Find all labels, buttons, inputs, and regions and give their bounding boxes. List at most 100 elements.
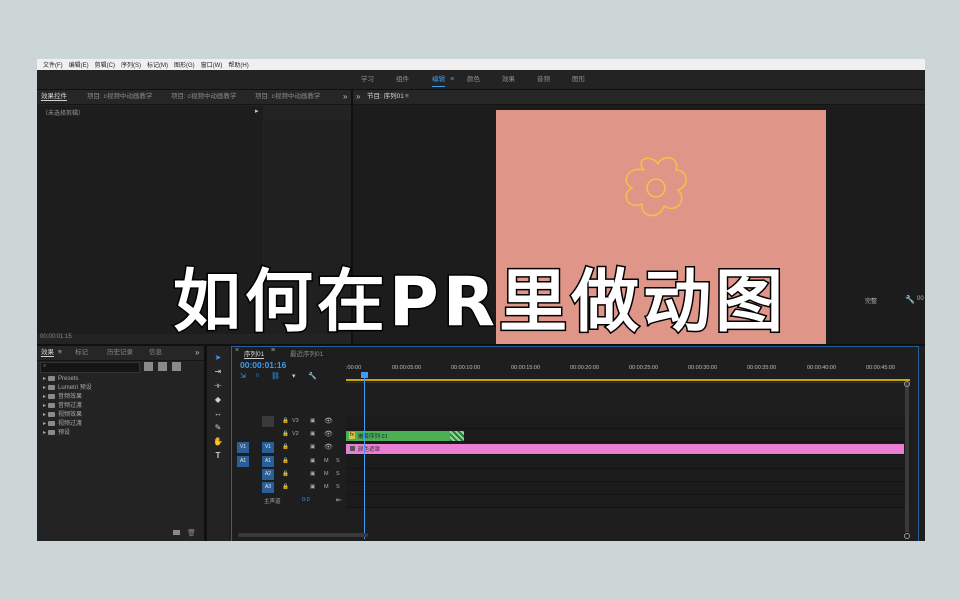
program-overflow-icon[interactable]: » — [356, 90, 360, 104]
solo-button[interactable]: S — [336, 484, 340, 490]
timeline-timecode[interactable]: 00:00:01:16 — [240, 360, 286, 370]
sync-lock-icon[interactable]: ▣ — [310, 444, 315, 450]
tab-project-1[interactable]: 项目: c视频中动画教学 — [87, 90, 152, 104]
workspace-editing[interactable]: 编辑 — [432, 70, 445, 89]
timeline-tab-menu-icon[interactable]: ≡ — [271, 347, 275, 354]
tab-info[interactable]: 信息 — [149, 346, 162, 360]
scroll-handle[interactable] — [904, 381, 910, 387]
menu-marker[interactable]: 标记(M) — [147, 60, 168, 69]
workspace-color[interactable]: 颜色 — [467, 70, 480, 89]
eye-icon[interactable]: 👁 — [324, 443, 333, 451]
razor-tool-icon[interactable]: ◆ — [211, 394, 225, 406]
effects-overflow-icon[interactable]: » — [195, 346, 199, 360]
list-item-lumetri[interactable]: ▸ Lumetri 预设 — [43, 384, 92, 393]
menu-sequence[interactable]: 序列(S) — [121, 60, 141, 69]
program-tab-menu-icon[interactable]: ≡ — [405, 90, 409, 104]
menu-clip[interactable]: 剪辑(C) — [95, 60, 115, 69]
lock-icon[interactable]: 🔒 — [282, 471, 289, 477]
lock-icon[interactable]: 🔒 — [282, 484, 289, 490]
slip-tool-icon[interactable]: ↔ — [211, 408, 225, 420]
mute-button[interactable]: M — [324, 458, 329, 464]
workspace-menu-icon[interactable]: ≡ — [450, 70, 454, 89]
linked-selection-icon[interactable]: ⛓ — [271, 372, 280, 380]
list-item-video-transitions[interactable]: ▸ 视频过渡 — [43, 420, 82, 429]
workspace-audio[interactable]: 音频 — [537, 70, 550, 89]
new-bin-icon[interactable] — [173, 530, 180, 535]
lock-icon[interactable]: 🔒 — [282, 431, 289, 437]
type-tool-icon[interactable]: T — [211, 450, 225, 462]
track-select-tool-icon[interactable]: ⇥ — [211, 366, 225, 378]
menu-help[interactable]: 帮助(H) — [228, 60, 248, 69]
tab-overflow-icon[interactable]: » — [343, 90, 347, 104]
list-item-presets-cn[interactable]: ▸ 预设 — [43, 429, 70, 438]
add-marker-icon[interactable]: ▾ — [292, 372, 296, 380]
close-sequence-icon[interactable]: × — [235, 347, 239, 354]
solo-button[interactable]: S — [336, 471, 340, 477]
lock-icon[interactable]: 🔒 — [282, 444, 289, 450]
ripple-edit-tool-icon[interactable]: ⟛ — [211, 380, 225, 392]
go-to-out-icon[interactable]: ⇤ — [336, 496, 342, 504]
eye-icon[interactable]: 👁 — [324, 417, 333, 425]
track-lane-a2[interactable] — [346, 469, 910, 482]
tab-effects[interactable]: 效果 — [41, 346, 54, 360]
tab-sequence-01[interactable]: 序列01 — [244, 348, 265, 359]
workspace-learn[interactable]: 学习 — [361, 70, 374, 89]
source-patch-a1[interactable]: A1 — [237, 456, 249, 467]
track-lane-a3[interactable] — [346, 482, 910, 495]
track-target-toggle[interactable] — [262, 416, 274, 427]
track-lane-a1[interactable] — [346, 456, 910, 469]
accelerated-effects-icon[interactable] — [144, 362, 153, 371]
lock-icon[interactable]: 🔒 — [282, 418, 289, 424]
playhead-handle[interactable] — [361, 372, 368, 378]
horizontal-scrollbar[interactable] — [238, 533, 368, 537]
list-item-video-effects[interactable]: ▸ 视频效果 — [43, 411, 82, 420]
tab-effect-controls[interactable]: 效果控件 — [41, 90, 67, 104]
track-label-v1[interactable]: V1 — [262, 442, 274, 453]
track-lane-master[interactable] — [346, 495, 910, 508]
tab-history[interactable]: 历史记录 — [107, 346, 133, 360]
timeline-settings-icon[interactable]: 🔧 — [308, 372, 317, 380]
clip-color-matte[interactable]: 颜色遮罩 — [346, 444, 904, 454]
tab-markers[interactable]: 标记 — [75, 346, 88, 360]
snap-icon[interactable]: ∩ — [255, 372, 260, 379]
list-item-audio-transitions[interactable]: ▸ 音频过渡 — [43, 402, 82, 411]
workspace-assembly[interactable]: 组件 — [396, 70, 409, 89]
mute-button[interactable]: M — [324, 471, 329, 477]
menu-edit[interactable]: 编辑(E) — [69, 60, 89, 69]
lock-icon[interactable]: 🔒 — [282, 458, 289, 464]
source-patch-v1[interactable]: V1 — [237, 442, 249, 453]
menu-window[interactable]: 窗口(W) — [201, 60, 223, 69]
selection-tool-icon[interactable]: ➤ — [211, 352, 225, 364]
sync-lock-icon[interactable]: ▣ — [310, 471, 315, 477]
trash-icon[interactable]: 🗑 — [187, 529, 196, 537]
32bit-effects-icon[interactable] — [158, 362, 167, 371]
track-label-a1[interactable]: A1 — [262, 456, 274, 467]
solo-button[interactable]: S — [336, 458, 340, 464]
menu-file[interactable]: 文件(F) — [43, 60, 63, 69]
track-label-a2[interactable]: A2 — [262, 469, 274, 480]
sync-lock-icon[interactable]: ▣ — [310, 418, 315, 424]
scroll-handle[interactable] — [904, 533, 910, 539]
yuv-effects-icon[interactable] — [172, 362, 181, 371]
sync-lock-icon[interactable]: ▣ — [310, 431, 315, 437]
tab-project-2[interactable]: 项目: c视频中动画教学 — [171, 90, 236, 104]
pen-tool-icon[interactable]: ✎ — [211, 422, 225, 434]
list-item-audio-effects[interactable]: ▸ 音频效果 — [43, 393, 82, 402]
sync-lock-icon[interactable]: ▣ — [310, 458, 315, 464]
vertical-scrollbar[interactable] — [905, 382, 909, 532]
effects-tab-menu-icon[interactable]: ≡ — [58, 346, 62, 360]
workspace-effects[interactable]: 效果 — [502, 70, 515, 89]
track-label-a3[interactable]: A3 — [262, 482, 274, 493]
tab-nested-sequence[interactable]: 最近序列01 — [290, 348, 323, 358]
hand-tool-icon[interactable]: ✋ — [211, 436, 225, 448]
menu-graphics[interactable]: 图形(G) — [174, 60, 195, 69]
effects-search-input[interactable]: ⌕ — [40, 362, 140, 373]
master-volume-value[interactable]: 0.0 — [302, 497, 310, 503]
tab-program-sequence[interactable]: 节目: 序列01 — [367, 90, 404, 104]
playhead[interactable] — [364, 373, 365, 539]
eye-icon[interactable]: 👁 — [324, 430, 333, 438]
list-item-presets[interactable]: ▸ Presets — [43, 375, 78, 384]
tab-project-3[interactable]: 项目: c视频中动画教学 — [255, 90, 320, 104]
mute-button[interactable]: M — [324, 484, 329, 490]
expand-arrow-icon[interactable]: ▸ — [255, 107, 259, 115]
